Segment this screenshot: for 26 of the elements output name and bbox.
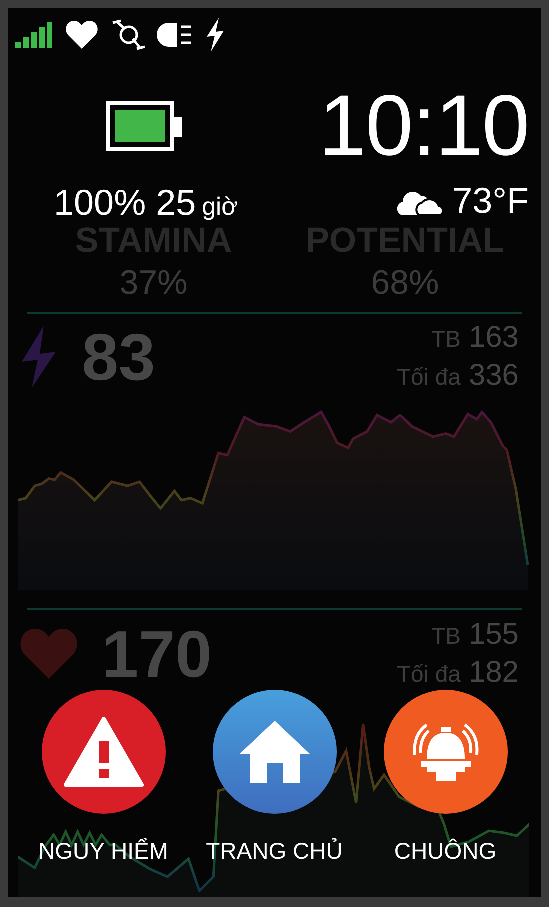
battery-hours: 25	[156, 185, 196, 222]
battery-hours-unit: giờ	[202, 195, 238, 220]
clock-time: 10:10	[318, 82, 529, 169]
home-button[interactable]: TRANG CHỦ	[189, 690, 360, 863]
sensor-icon	[111, 19, 145, 51]
stat-label: Tối đa	[397, 364, 461, 392]
metric-value: 170	[102, 620, 212, 687]
stat-value: 155	[468, 618, 519, 652]
headlight-icon	[157, 23, 193, 47]
stat-label: TB	[430, 622, 461, 650]
temperature: 73°F	[452, 183, 529, 220]
stat-value: 182	[468, 656, 519, 690]
signal-icon	[15, 22, 53, 48]
stat-value: 336	[468, 359, 519, 394]
stat-label: TB	[430, 326, 461, 354]
metric-value: 83	[82, 324, 156, 390]
stat-label: Tối đa	[397, 660, 461, 688]
battery-icon	[106, 100, 184, 151]
stat-value: 163	[468, 321, 519, 356]
lightning-icon	[20, 326, 58, 388]
danger-button[interactable]: NGUY HIỂM	[18, 690, 189, 863]
lightning-icon	[205, 18, 225, 52]
heart-icon	[65, 21, 99, 49]
heart-icon	[20, 628, 78, 679]
bell-button[interactable]: CHUÔNG	[360, 690, 531, 863]
battery-percent: 100%	[54, 185, 146, 222]
